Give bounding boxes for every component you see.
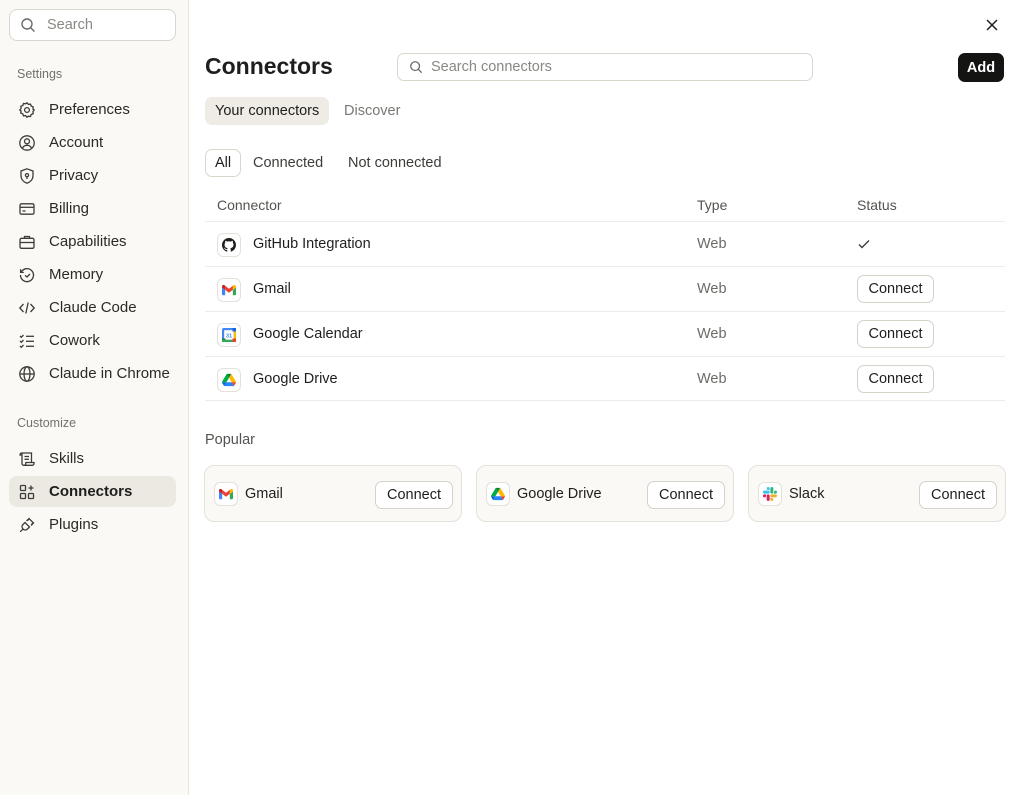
- user-circle-icon: [19, 134, 35, 151]
- github-icon: [217, 233, 241, 257]
- popular-card-name: Slack: [789, 486, 825, 502]
- shield-icon: [20, 167, 34, 184]
- connect-button[interactable]: Connect: [647, 481, 725, 509]
- sidebar-item-plugins[interactable]: Plugins: [9, 509, 176, 540]
- slack-icon: [758, 482, 782, 506]
- google-calendar-icon: 31: [217, 323, 241, 347]
- sidebar-item-label: Plugins: [49, 516, 99, 533]
- popular-card-name: Gmail: [245, 486, 283, 502]
- popular-card-name: Google Drive: [517, 486, 602, 502]
- table-row[interactable]: Google Drive Web Connect: [205, 356, 1005, 401]
- table-row[interactable]: Gmail Web Connect: [205, 266, 1005, 311]
- sidebar-item-preferences[interactable]: Preferences: [9, 94, 176, 125]
- sidebar-item-billing[interactable]: Billing: [9, 193, 176, 224]
- gmail-icon: [214, 482, 238, 506]
- connector-name: GitHub Integration: [253, 236, 371, 252]
- connector-type: Web: [697, 371, 727, 387]
- connector-search[interactable]: [397, 53, 813, 81]
- sidebar-item-capabilities[interactable]: Capabilities: [9, 226, 176, 257]
- sidebar-item-label: Skills: [49, 450, 85, 467]
- popular-card-gmail[interactable]: Gmail Connect: [204, 465, 462, 522]
- table-row[interactable]: 31 Google Calendar Web Connect: [205, 311, 1005, 356]
- sidebar-item-label: Claude in Chrome: [49, 365, 170, 382]
- settings-section-label: Settings: [17, 67, 63, 81]
- table-row[interactable]: GitHub Integration Web: [205, 221, 1005, 266]
- gmail-icon: [217, 278, 241, 302]
- connector-name: Gmail: [253, 281, 291, 297]
- sidebar-item-privacy[interactable]: Privacy: [9, 160, 176, 191]
- connector-type: Web: [697, 281, 727, 297]
- connector-type: Web: [697, 326, 727, 342]
- sidebar-item-label: Billing: [49, 200, 90, 217]
- popular-card-google-drive[interactable]: Google Drive Connect: [476, 465, 734, 522]
- sidebar-item-label: Claude Code: [49, 299, 137, 316]
- tab-your-connectors[interactable]: Your connectors: [205, 97, 330, 125]
- sidebar-item-memory[interactable]: Memory: [9, 259, 176, 290]
- sidebar-item-label: Cowork: [49, 332, 100, 349]
- sidebar-item-skills[interactable]: Skills: [9, 443, 176, 474]
- sidebar-item-account[interactable]: Account: [9, 127, 176, 158]
- tab-discover[interactable]: Discover: [334, 97, 410, 125]
- filter-connected[interactable]: Connected: [244, 149, 332, 177]
- google-drive-icon: [217, 368, 241, 392]
- search-icon: [21, 18, 35, 32]
- sidebar: Settings Preferences Account Privacy Bil…: [0, 0, 189, 795]
- connector-search-input[interactable]: [431, 59, 791, 75]
- briefcase-icon: [19, 235, 35, 249]
- connect-button[interactable]: Connect: [857, 275, 934, 303]
- sidebar-item-label: Account: [49, 134, 104, 151]
- sidebar-item-label: Capabilities: [49, 233, 127, 250]
- sidebar-search-input[interactable]: [47, 17, 157, 33]
- sidebar-item-label: Privacy: [49, 167, 99, 184]
- code-icon: [18, 301, 36, 314]
- column-header-status: Status: [857, 197, 897, 213]
- filter-not-connected[interactable]: Not connected: [339, 149, 451, 177]
- connector-name: Google Drive: [253, 371, 338, 387]
- connect-button[interactable]: Connect: [375, 481, 453, 509]
- popular-section-label: Popular: [205, 432, 255, 448]
- scroll-icon: [19, 451, 35, 466]
- sidebar-item-claude-in-chrome[interactable]: Claude in Chrome: [9, 358, 176, 389]
- customize-section-label: Customize: [17, 416, 77, 430]
- close-icon: [986, 19, 998, 31]
- sidebar-item-label: Memory: [49, 266, 104, 283]
- search-icon: [410, 61, 423, 74]
- close-button[interactable]: [981, 14, 1003, 36]
- page-title: Connectors: [205, 53, 333, 79]
- plug-icon: [19, 517, 35, 532]
- filter-all[interactable]: All: [205, 149, 242, 177]
- google-drive-icon: [486, 482, 510, 506]
- connector-name: Google Calendar: [253, 326, 363, 342]
- svg-text:31: 31: [226, 334, 232, 340]
- connect-button[interactable]: Connect: [857, 320, 934, 348]
- column-header-type: Type: [697, 197, 728, 213]
- connector-type: Web: [697, 236, 727, 252]
- sidebar-search[interactable]: [9, 9, 176, 41]
- check-icon: [858, 240, 870, 249]
- sidebar-item-cowork[interactable]: Cowork: [9, 325, 176, 356]
- checklist-icon: [19, 334, 34, 348]
- connect-button[interactable]: Connect: [919, 481, 997, 509]
- history-icon: [19, 267, 35, 282]
- globe-icon: [19, 365, 35, 382]
- column-header-connector: Connector: [217, 197, 282, 213]
- sidebar-item-connectors[interactable]: Connectors: [9, 476, 176, 507]
- sidebar-item-claude-code[interactable]: Claude Code: [9, 292, 176, 323]
- gear-icon: [18, 101, 36, 118]
- credit-card-icon: [19, 202, 35, 215]
- sidebar-item-label: Preferences: [49, 101, 130, 118]
- popular-card-slack[interactable]: Slack Connect: [748, 465, 1006, 522]
- sidebar-item-label: Connectors: [49, 483, 133, 500]
- add-button[interactable]: Add: [958, 53, 1004, 82]
- connect-button[interactable]: Connect: [857, 365, 934, 393]
- connectors-icon: [19, 484, 35, 499]
